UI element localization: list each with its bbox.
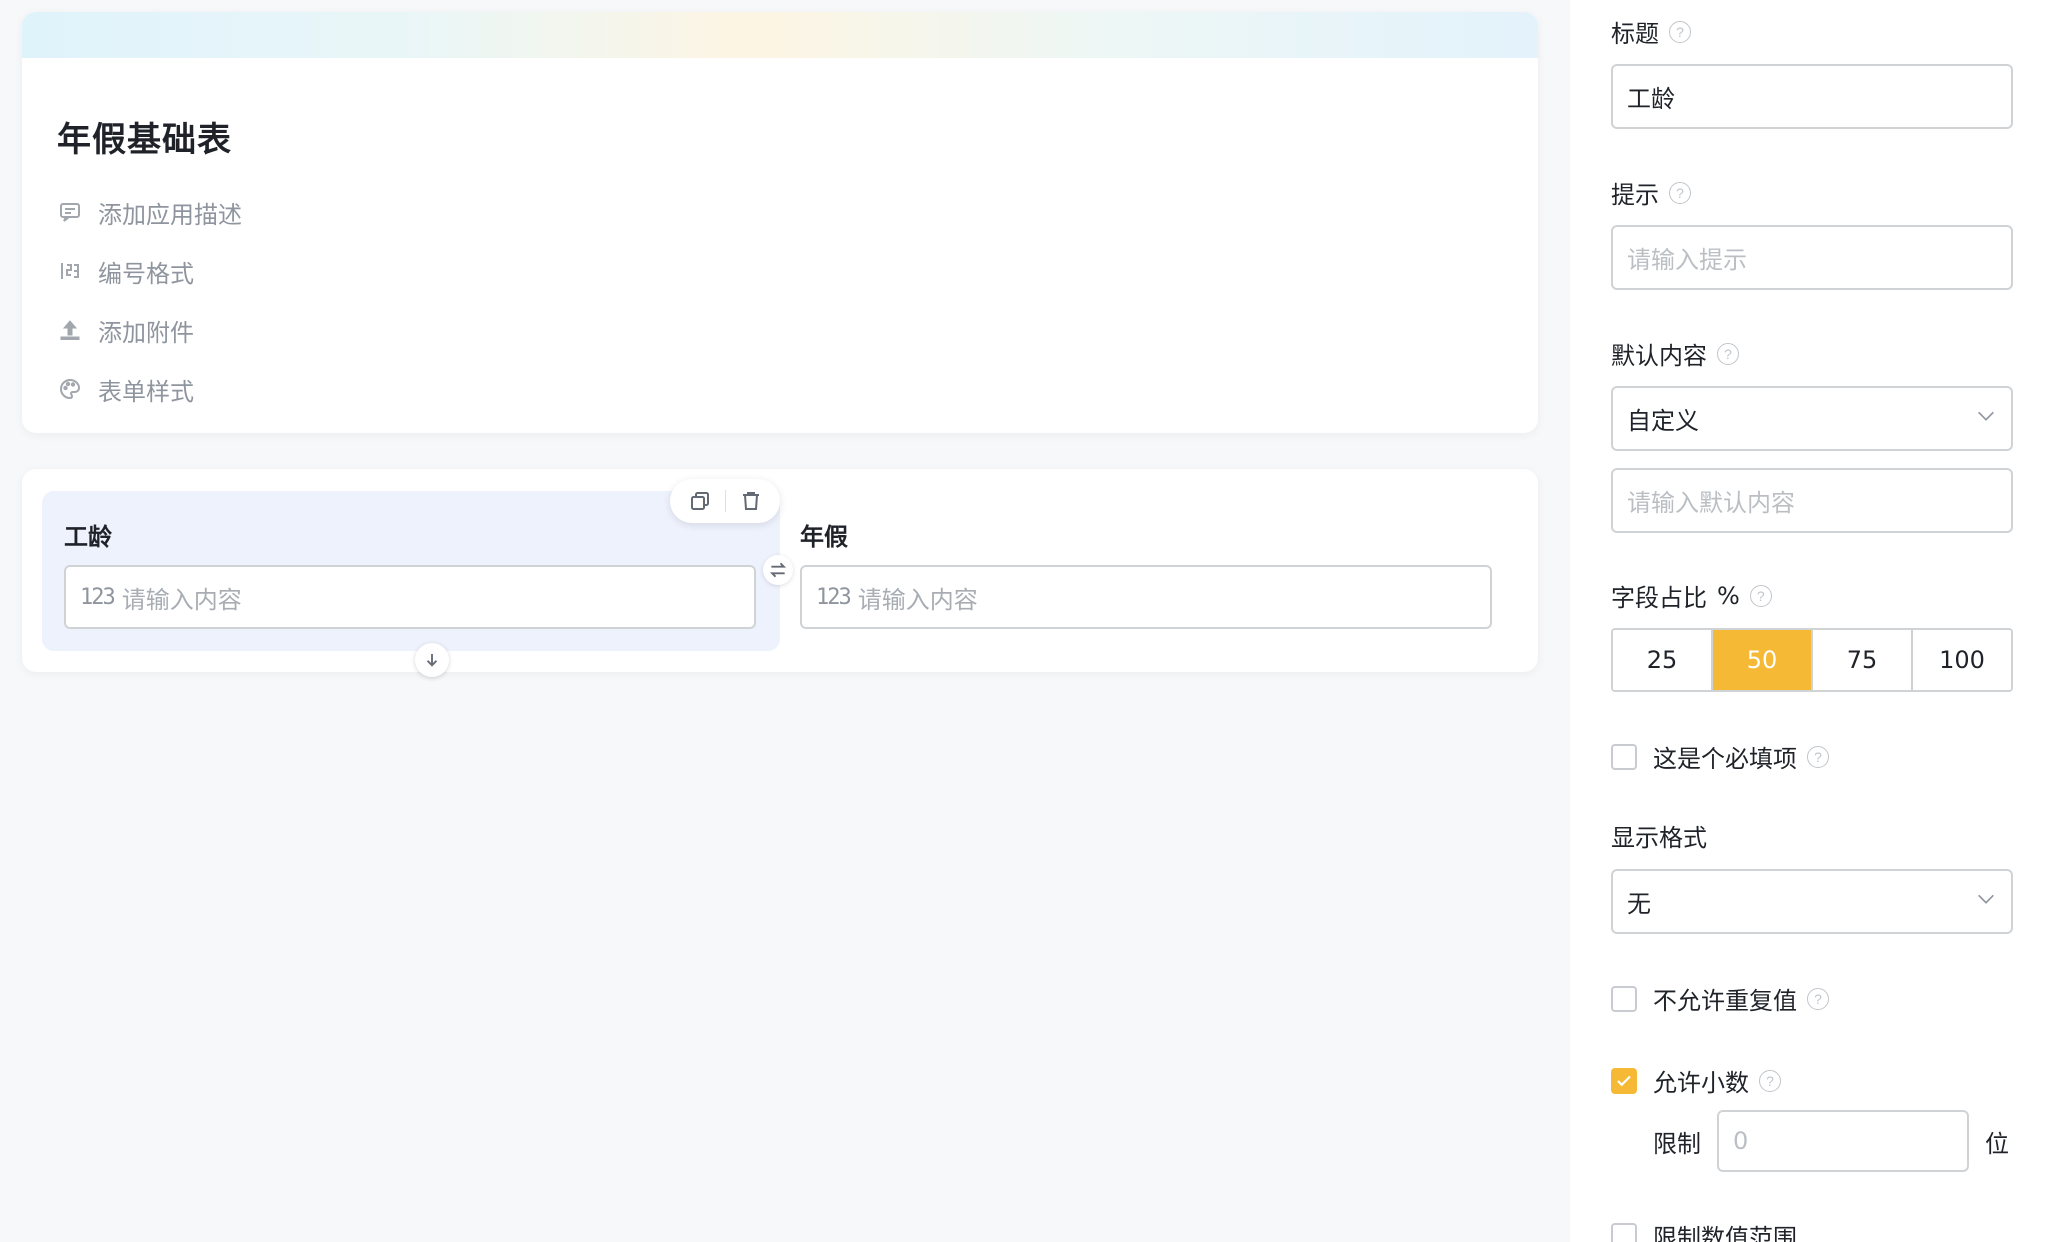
default-mode-value: 自定义 <box>1627 407 1699 435</box>
default-value-input[interactable]: 请输入默认内容 <box>1611 468 2013 533</box>
delete-field-button[interactable] <box>730 483 772 519</box>
help-icon[interactable]: ? <box>1717 342 1739 365</box>
required-option: 这是个必填项 ? <box>1611 739 1829 774</box>
decimal-limit-label: 限制 <box>1653 1129 1701 1158</box>
move-down-button[interactable] <box>415 643 449 677</box>
limit-range-label: 限制数值范围 <box>1653 1224 1797 1242</box>
help-icon[interactable]: ? <box>1807 987 1829 1010</box>
field-toolbar <box>670 479 780 523</box>
default-prop-text: 默认内容 <box>1611 342 1707 370</box>
ratio-option-100[interactable]: 100 <box>1913 630 2011 690</box>
add-attachment-link[interactable]: 添加附件 <box>57 312 242 348</box>
limit-range-checkbox[interactable] <box>1611 1222 1637 1242</box>
ratio-prop-label: 字段占比 % ? <box>1611 578 1772 613</box>
ratio-option-50[interactable]: 50 <box>1713 630 1813 690</box>
limit-range-option: 限制数值范围 <box>1611 1218 1797 1242</box>
display-format-value: 无 <box>1627 890 1651 918</box>
required-label: 这是个必填项 <box>1653 745 1797 773</box>
default-prop-label: 默认内容 ? <box>1611 336 1739 371</box>
field-label: 工龄 <box>64 523 112 551</box>
help-icon[interactable]: ? <box>1807 745 1829 768</box>
swap-icon <box>769 562 787 578</box>
field-properties-panel: 标题 ? 工龄 提示 ? 请输入提示 默认内容 ? 自定义 请输入默认内容 字段… <box>1570 0 2048 1242</box>
title-prop-label: 标题 ? <box>1611 14 1691 49</box>
required-checkbox[interactable] <box>1611 743 1637 770</box>
meta-item-label: 添加附件 <box>98 318 194 347</box>
hint-input[interactable]: 请输入提示 <box>1611 225 2013 290</box>
hint-prop-label: 提示 ? <box>1611 175 1691 210</box>
ratio-option-75[interactable]: 75 <box>1813 630 1913 690</box>
ratio-unit: % <box>1717 581 1740 610</box>
form-header-card: 年假基础表 添加应用描述 编号格式 添加附件 表单样式 <box>22 12 1538 433</box>
upload-icon <box>57 317 83 343</box>
field-annual-leave[interactable]: 年假 123 请输入内容 <box>778 491 1516 651</box>
number-123-icon: 123 <box>816 584 852 610</box>
decimal-places-input[interactable]: 0 <box>1717 1110 1969 1172</box>
check-icon <box>1617 1075 1631 1086</box>
width-ratio-segmented-control: 25 50 75 100 <box>1611 628 2013 692</box>
form-fields-card: 工龄 123 请输入内容 年假 123 请输入内容 <box>22 469 1538 677</box>
no-duplicate-option: 不允许重复值 ? <box>1611 981 1829 1016</box>
palette-icon <box>57 376 83 402</box>
field-number-input[interactable]: 123 请输入内容 <box>64 565 756 629</box>
display-format-select[interactable]: 无 <box>1611 869 2013 934</box>
comment-icon <box>57 199 83 225</box>
title-input[interactable]: 工龄 <box>1611 64 2013 129</box>
default-mode-select[interactable]: 自定义 <box>1611 386 2013 451</box>
numbering-format-link[interactable]: 编号格式 <box>57 253 242 289</box>
toolbar-divider <box>724 490 726 512</box>
allow-decimal-label: 允许小数 <box>1653 1069 1749 1097</box>
decimal-limit-unit: 位 <box>1985 1129 2009 1158</box>
arrow-down-icon <box>426 654 438 667</box>
form-style-link[interactable]: 表单样式 <box>57 371 242 407</box>
chevron-down-icon <box>1975 405 1997 433</box>
field-placeholder: 请输入内容 <box>121 585 242 614</box>
field-seniority[interactable]: 工龄 123 请输入内容 <box>42 479 780 677</box>
ratio-option-25[interactable]: 25 <box>1613 630 1713 690</box>
allow-decimal-option: 允许小数 ? <box>1611 1063 1781 1098</box>
copy-field-button[interactable] <box>679 483 721 519</box>
add-description-link[interactable]: 添加应用描述 <box>57 194 242 230</box>
number-123-icon: 123 <box>80 584 116 610</box>
display-format-label: 显示格式 <box>1611 824 1707 852</box>
help-icon[interactable]: ? <box>1669 181 1691 204</box>
header-gradient-banner <box>22 12 1538 58</box>
help-icon[interactable]: ? <box>1669 20 1691 43</box>
help-icon[interactable]: ? <box>1759 1069 1781 1092</box>
no-duplicate-label: 不允许重复值 <box>1653 987 1797 1015</box>
meta-item-label: 编号格式 <box>98 259 194 288</box>
help-icon[interactable]: ? <box>1749 584 1772 607</box>
title-prop-text: 标题 <box>1611 20 1659 48</box>
meta-item-label: 添加应用描述 <box>98 200 242 229</box>
field-label: 年假 <box>800 523 848 551</box>
trash-icon <box>742 492 759 510</box>
form-canvas: 年假基础表 添加应用描述 编号格式 添加附件 表单样式 工龄 123 请输入内容… <box>0 0 1570 1242</box>
form-meta-list: 添加应用描述 编号格式 添加附件 表单样式 <box>57 194 242 430</box>
meta-item-label: 表单样式 <box>98 377 194 406</box>
field-placeholder: 请输入内容 <box>857 585 978 614</box>
allow-decimal-checkbox[interactable] <box>1611 1067 1637 1094</box>
numbering-icon <box>57 258 83 284</box>
copy-icon <box>690 492 709 510</box>
form-title[interactable]: 年假基础表 <box>57 112 232 161</box>
decimal-limit-row: 限制 0 位 <box>1653 1110 2033 1172</box>
chevron-down-icon <box>1975 888 1997 916</box>
no-duplicate-checkbox[interactable] <box>1611 985 1637 1012</box>
swap-fields-button[interactable] <box>763 555 793 585</box>
hint-prop-text: 提示 <box>1611 181 1659 209</box>
field-number-input[interactable]: 123 请输入内容 <box>800 565 1492 629</box>
ratio-prop-text: 字段占比 <box>1611 584 1707 612</box>
